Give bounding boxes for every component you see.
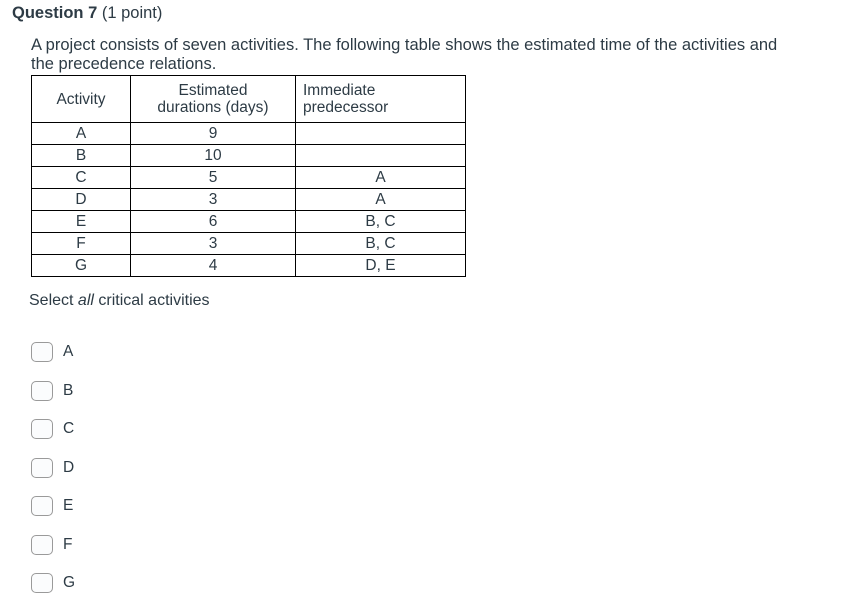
cell-duration: 6 [130, 210, 296, 233]
cell-activity: A [31, 122, 131, 145]
column-header-predecessor-line1: Immediate [303, 82, 376, 99]
question-title: Question 7 [12, 4, 98, 22]
table-row: B 10 [31, 144, 466, 167]
answer-label-b: B [63, 381, 74, 399]
checkbox-icon-b[interactable] [31, 380, 53, 401]
cell-predecessor: A [295, 188, 466, 211]
question-header: Question 7 (1 point) [12, 3, 162, 23]
answer-label-f: F [63, 535, 73, 553]
answer-label-e: E [63, 497, 74, 515]
cell-activity: D [31, 188, 131, 211]
cell-activity: G [31, 254, 131, 277]
table-header: Activity Estimated durations (days) Imme… [31, 75, 466, 123]
cell-activity: E [31, 210, 131, 233]
cell-duration: 4 [130, 254, 296, 277]
question-body-text: A project consists of seven activities. … [31, 36, 778, 73]
cell-activity: B [31, 144, 131, 167]
select-prompt: Select all critical activities [29, 291, 210, 310]
checkbox-icon-d[interactable] [31, 457, 53, 478]
table-row: E 6 B, C [31, 210, 466, 233]
answer-label-c: C [63, 420, 75, 438]
select-prompt-before: Select [29, 292, 78, 309]
answer-option-a[interactable]: A [31, 333, 331, 372]
answer-option-g[interactable]: G [31, 564, 331, 603]
cell-predecessor: D, E [295, 254, 466, 277]
checkbox-icon-a[interactable] [31, 342, 53, 363]
checkbox-icon-e[interactable] [31, 496, 53, 517]
table-body: A 9 B 10 C 5 A D 3 A E 6 B, C F 3 B, C G… [31, 122, 466, 277]
cell-duration: 9 [130, 122, 296, 145]
checkbox-icon-f[interactable] [31, 534, 53, 555]
checkbox-icon-g[interactable] [31, 573, 53, 594]
select-prompt-after: critical activities [93, 292, 210, 309]
cell-activity: C [31, 166, 131, 189]
cell-duration: 5 [130, 166, 296, 189]
answer-option-c[interactable]: C [31, 410, 331, 449]
cell-duration: 10 [130, 144, 296, 167]
answer-option-d[interactable]: D [31, 449, 331, 488]
answer-option-e[interactable]: E [31, 487, 331, 526]
table-row: F 3 B, C [31, 232, 466, 255]
column-header-duration-line2: durations (days) [157, 99, 269, 116]
select-prompt-emphasis: all [77, 292, 94, 309]
column-header-duration-line1: Estimated [178, 82, 248, 99]
checkbox-icon-c[interactable] [31, 419, 53, 440]
column-header-predecessor-line2: predecessor [303, 99, 389, 116]
answer-label-d: D [63, 458, 75, 476]
table-row: D 3 A [31, 188, 466, 211]
table-header-row: Activity Estimated durations (days) Imme… [31, 75, 466, 123]
activity-table: Activity Estimated durations (days) Imme… [31, 75, 466, 277]
column-header-activity: Activity [31, 75, 131, 123]
column-header-predecessor: Immediate predecessor [295, 75, 466, 123]
table-row: C 5 A [31, 166, 466, 189]
cell-predecessor: A [295, 166, 466, 189]
question-points: (1 point) [101, 4, 163, 22]
answer-options-list: A B C D E F G [31, 333, 331, 603]
cell-duration: 3 [130, 188, 296, 211]
cell-predecessor: B, C [295, 210, 466, 233]
table-row: G 4 D, E [31, 254, 466, 277]
cell-predecessor [295, 144, 466, 167]
cell-duration: 3 [130, 232, 296, 255]
answer-label-g: G [63, 574, 76, 592]
cell-predecessor [295, 122, 466, 145]
cell-predecessor: B, C [295, 232, 466, 255]
column-header-duration: Estimated durations (days) [130, 75, 296, 123]
answer-option-b[interactable]: B [31, 372, 331, 411]
answer-label-a: A [63, 343, 74, 361]
cell-activity: F [31, 232, 131, 255]
answer-option-f[interactable]: F [31, 526, 331, 565]
table-row: A 9 [31, 122, 466, 145]
